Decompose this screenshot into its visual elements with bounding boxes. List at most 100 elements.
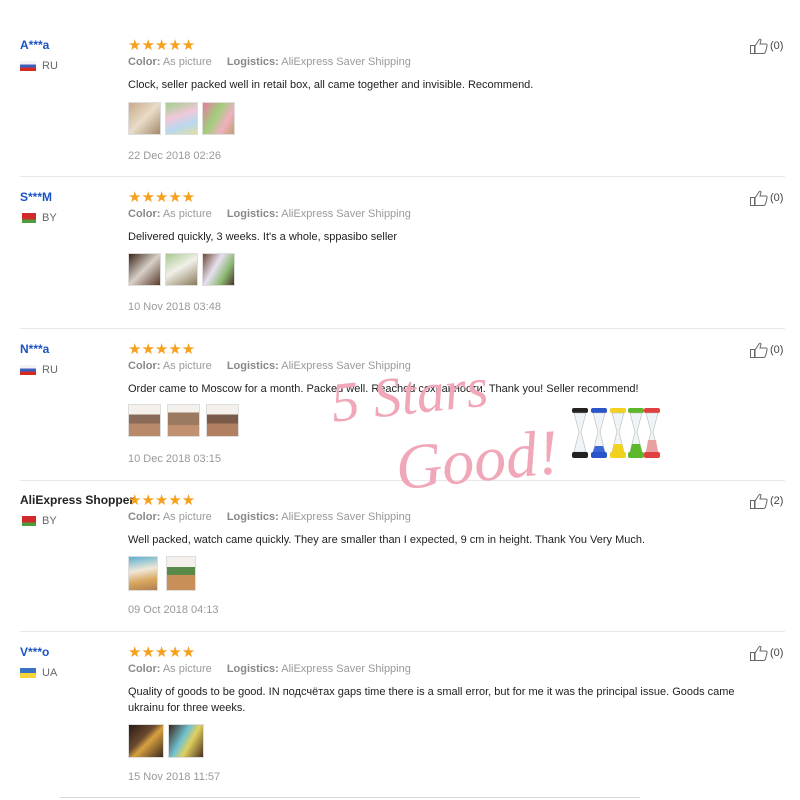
review-text: Clock, seller packed well in retail box,…: [128, 79, 534, 91]
country-code: UA: [42, 667, 58, 679]
review-meta: Color: As picture Logistics: AliExpress …: [128, 360, 411, 372]
divider: [60, 797, 640, 798]
star-rating: ★★★★★: [128, 492, 196, 509]
logistics-label: Logistics:: [226, 511, 279, 523]
like-count: (0): [770, 344, 784, 356]
review-meta: Color: As picture Logistics: AliExpress …: [128, 208, 411, 220]
logistics-label: Logistics:: [226, 56, 279, 68]
sand-timer-green: [628, 408, 644, 458]
review-photo[interactable]: [128, 102, 161, 135]
divider: [20, 328, 785, 329]
review-meta: Color: As picture Logistics: AliExpress …: [128, 56, 411, 68]
review-photo[interactable]: [165, 102, 198, 135]
review-date: 10 Nov 2018 03:48: [128, 301, 221, 313]
reviewer-country: UA: [20, 667, 57, 679]
review-photos: [128, 556, 196, 591]
review-date: 15 Nov 2018 11:57: [128, 771, 221, 783]
review-photo[interactable]: [168, 724, 204, 758]
flag-by-icon: [20, 516, 36, 526]
color-label: Color:: [128, 56, 161, 68]
review-photo[interactable]: [166, 556, 196, 591]
color-label: Color:: [128, 208, 161, 220]
like-count: (2): [770, 495, 784, 507]
review-photos: [128, 102, 235, 135]
review-photo[interactable]: [128, 253, 161, 286]
review-date: 22 Dec 2018 02:26: [128, 150, 221, 162]
review-photo[interactable]: [128, 404, 161, 437]
divider: [20, 631, 785, 632]
star-rating: ★★★★★: [128, 644, 196, 661]
review-photo[interactable]: [167, 404, 200, 437]
like-button[interactable]: (2): [750, 493, 783, 509]
thumbs-up-icon: [750, 645, 768, 661]
review-text: Order came to Moscow for a month. Packed…: [128, 383, 639, 395]
thumbs-up-icon: [750, 38, 768, 54]
reviewer-name[interactable]: A***a: [20, 38, 49, 52]
logistics-label: Logistics:: [226, 208, 279, 220]
color-value: As picture: [162, 360, 212, 372]
sand-timer-blue: [591, 408, 607, 458]
color-value: As picture: [162, 208, 212, 220]
like-count: (0): [770, 647, 784, 659]
reviewer-name[interactable]: AliExpress Shopper: [20, 493, 134, 507]
like-button[interactable]: (0): [750, 645, 783, 661]
like-button[interactable]: (0): [750, 342, 783, 358]
review-meta: Color: As picture Logistics: AliExpress …: [128, 663, 411, 675]
country-code: RU: [42, 60, 58, 72]
logistics-label: Logistics:: [226, 663, 279, 675]
like-count: (0): [770, 40, 784, 52]
country-code: BY: [42, 515, 57, 527]
review-date: 10 Dec 2018 03:15: [128, 453, 221, 465]
like-button[interactable]: (0): [750, 190, 783, 206]
color-value: As picture: [162, 663, 212, 675]
reviewer-name[interactable]: S***M: [20, 190, 52, 204]
review-photo[interactable]: [206, 404, 239, 437]
thumbs-up-icon: [750, 493, 768, 509]
sand-timer-yellow: [610, 408, 626, 458]
like-button[interactable]: (0): [750, 38, 783, 54]
star-rating: ★★★★★: [128, 189, 196, 206]
overlay-text-line2: Good!: [392, 415, 563, 504]
divider: [20, 480, 785, 481]
logistics-value: AliExpress Saver Shipping: [281, 360, 411, 372]
logistics-value: AliExpress Saver Shipping: [281, 208, 411, 220]
reviewer-name[interactable]: N***a: [20, 342, 49, 356]
country-code: RU: [42, 364, 58, 376]
review-photos: [128, 724, 204, 758]
review-text: Quality of goods to be good. IN подсчёта…: [128, 686, 735, 714]
logistics-value: AliExpress Saver Shipping: [281, 56, 411, 68]
review-photo[interactable]: [128, 724, 164, 758]
color-label: Color:: [128, 511, 161, 523]
flag-by-icon: [20, 213, 36, 223]
reviewer-country: BY: [20, 515, 57, 527]
review-photos: [128, 404, 239, 437]
flag-ua-icon: [20, 668, 36, 678]
review-text: Delivered quickly, 3 weeks. It's a whole…: [128, 231, 398, 243]
country-code: BY: [42, 212, 57, 224]
reviewer-country: RU: [20, 60, 58, 72]
review-photo[interactable]: [165, 253, 198, 286]
sand-timer-red: [644, 408, 660, 458]
review-photo[interactable]: [202, 253, 235, 286]
like-count: (0): [770, 192, 784, 204]
star-rating: ★★★★★: [128, 37, 196, 54]
reviewer-name[interactable]: V***o: [20, 645, 49, 659]
flag-ru-icon: [20, 365, 36, 375]
logistics-value: AliExpress Saver Shipping: [281, 511, 411, 523]
review-photo[interactable]: [128, 556, 158, 591]
sand-timer-black: [572, 408, 588, 458]
color-value: As picture: [162, 56, 212, 68]
flag-ru-icon: [20, 61, 36, 71]
review-date: 09 Oct 2018 04:13: [128, 604, 219, 616]
thumbs-up-icon: [750, 190, 768, 206]
review-text: Well packed, watch came quickly. They ar…: [128, 534, 646, 546]
divider: [20, 176, 785, 177]
review-photo[interactable]: [202, 102, 235, 135]
review-meta: Color: As picture Logistics: AliExpress …: [128, 511, 411, 523]
thumbs-up-icon: [750, 342, 768, 358]
review-photos: [128, 253, 235, 286]
color-label: Color:: [128, 360, 161, 372]
reviewer-country: RU: [20, 364, 58, 376]
color-value: As picture: [162, 511, 212, 523]
color-label: Color:: [128, 663, 161, 675]
